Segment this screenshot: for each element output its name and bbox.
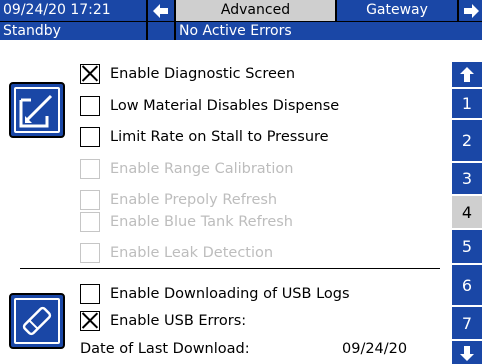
- page-button-5[interactable]: 5: [452, 230, 482, 263]
- edit-pen-icon: [19, 94, 53, 128]
- checkbox: [80, 190, 100, 210]
- page-button-1[interactable]: 1: [452, 89, 482, 118]
- option-label: Enable USB Errors:: [110, 313, 247, 329]
- option-label: Low Material Disables Dispense: [110, 98, 340, 114]
- checkbox: [80, 212, 100, 232]
- checkbox: [80, 243, 100, 263]
- page-button-3[interactable]: 3: [452, 163, 482, 194]
- option-label: Enable Prepoly Refresh: [110, 192, 278, 208]
- option-label: Enable Leak Detection: [110, 245, 274, 261]
- status-spacer: [148, 22, 174, 40]
- checkbox[interactable]: [80, 284, 100, 304]
- last-download-label: Date of Last Download:: [80, 341, 250, 357]
- option-label: Limit Rate on Stall to Pressure: [110, 129, 329, 145]
- option-enable-prepoly-refresh: Enable Prepoly Refresh: [80, 190, 277, 210]
- checkbox[interactable]: [80, 311, 100, 331]
- eraser-icon: [22, 306, 52, 336]
- last-download-value: 09/24/20: [342, 341, 408, 357]
- arrow-left-icon: [153, 3, 168, 18]
- checkbox[interactable]: [80, 96, 100, 116]
- page-button-4[interactable]: 4: [452, 196, 482, 228]
- edit-button-frame: [14, 87, 60, 133]
- datetime-display: 09/24/20 17:21: [0, 0, 146, 21]
- page-button-7[interactable]: 7: [452, 307, 482, 339]
- tab-advanced[interactable]: Advanced: [176, 0, 335, 21]
- page-down-button[interactable]: [452, 341, 482, 364]
- eraser-button[interactable]: [9, 293, 65, 349]
- page-up-button[interactable]: [452, 62, 482, 87]
- checkbox[interactable]: [80, 64, 100, 84]
- option-label: Enable Blue Tank Refresh: [110, 214, 293, 230]
- arrow-up-icon: [460, 66, 474, 82]
- option-label: Enable Diagnostic Screen: [110, 66, 296, 82]
- option-label: Enable Range Calibration: [110, 161, 294, 177]
- page-button-2[interactable]: 2: [452, 120, 482, 161]
- machine-status: Standby: [0, 22, 146, 40]
- option-enable-diagnostic-screen[interactable]: Enable Diagnostic Screen: [80, 64, 295, 84]
- checkbox: [80, 159, 100, 179]
- eraser-button-frame: [14, 298, 60, 344]
- arrow-down-icon: [460, 345, 474, 361]
- tab-gateway[interactable]: Gateway: [337, 0, 457, 21]
- option-low-material-disables-dispense[interactable]: Low Material Disables Dispense: [80, 96, 339, 116]
- option-enable-usb-errors[interactable]: Enable USB Errors:: [80, 311, 246, 331]
- option-enable-leak-detection: Enable Leak Detection: [80, 243, 273, 263]
- tab-next-button[interactable]: [459, 0, 482, 21]
- tab-prev-button[interactable]: [148, 0, 174, 21]
- option-enable-range-calibration: Enable Range Calibration: [80, 159, 293, 179]
- page-button-6[interactable]: 6: [452, 265, 482, 305]
- section-divider: [20, 268, 440, 269]
- option-enable-downloading-usb-logs[interactable]: Enable Downloading of USB Logs: [80, 284, 350, 304]
- checkbox[interactable]: [80, 127, 100, 147]
- error-status: No Active Errors: [176, 22, 482, 40]
- edit-button[interactable]: [9, 82, 65, 138]
- option-enable-blue-tank-refresh: Enable Blue Tank Refresh: [80, 212, 293, 232]
- option-limit-rate-on-stall[interactable]: Limit Rate on Stall to Pressure: [80, 127, 329, 147]
- option-label: Enable Downloading of USB Logs: [110, 286, 350, 302]
- arrow-right-icon: [463, 3, 479, 18]
